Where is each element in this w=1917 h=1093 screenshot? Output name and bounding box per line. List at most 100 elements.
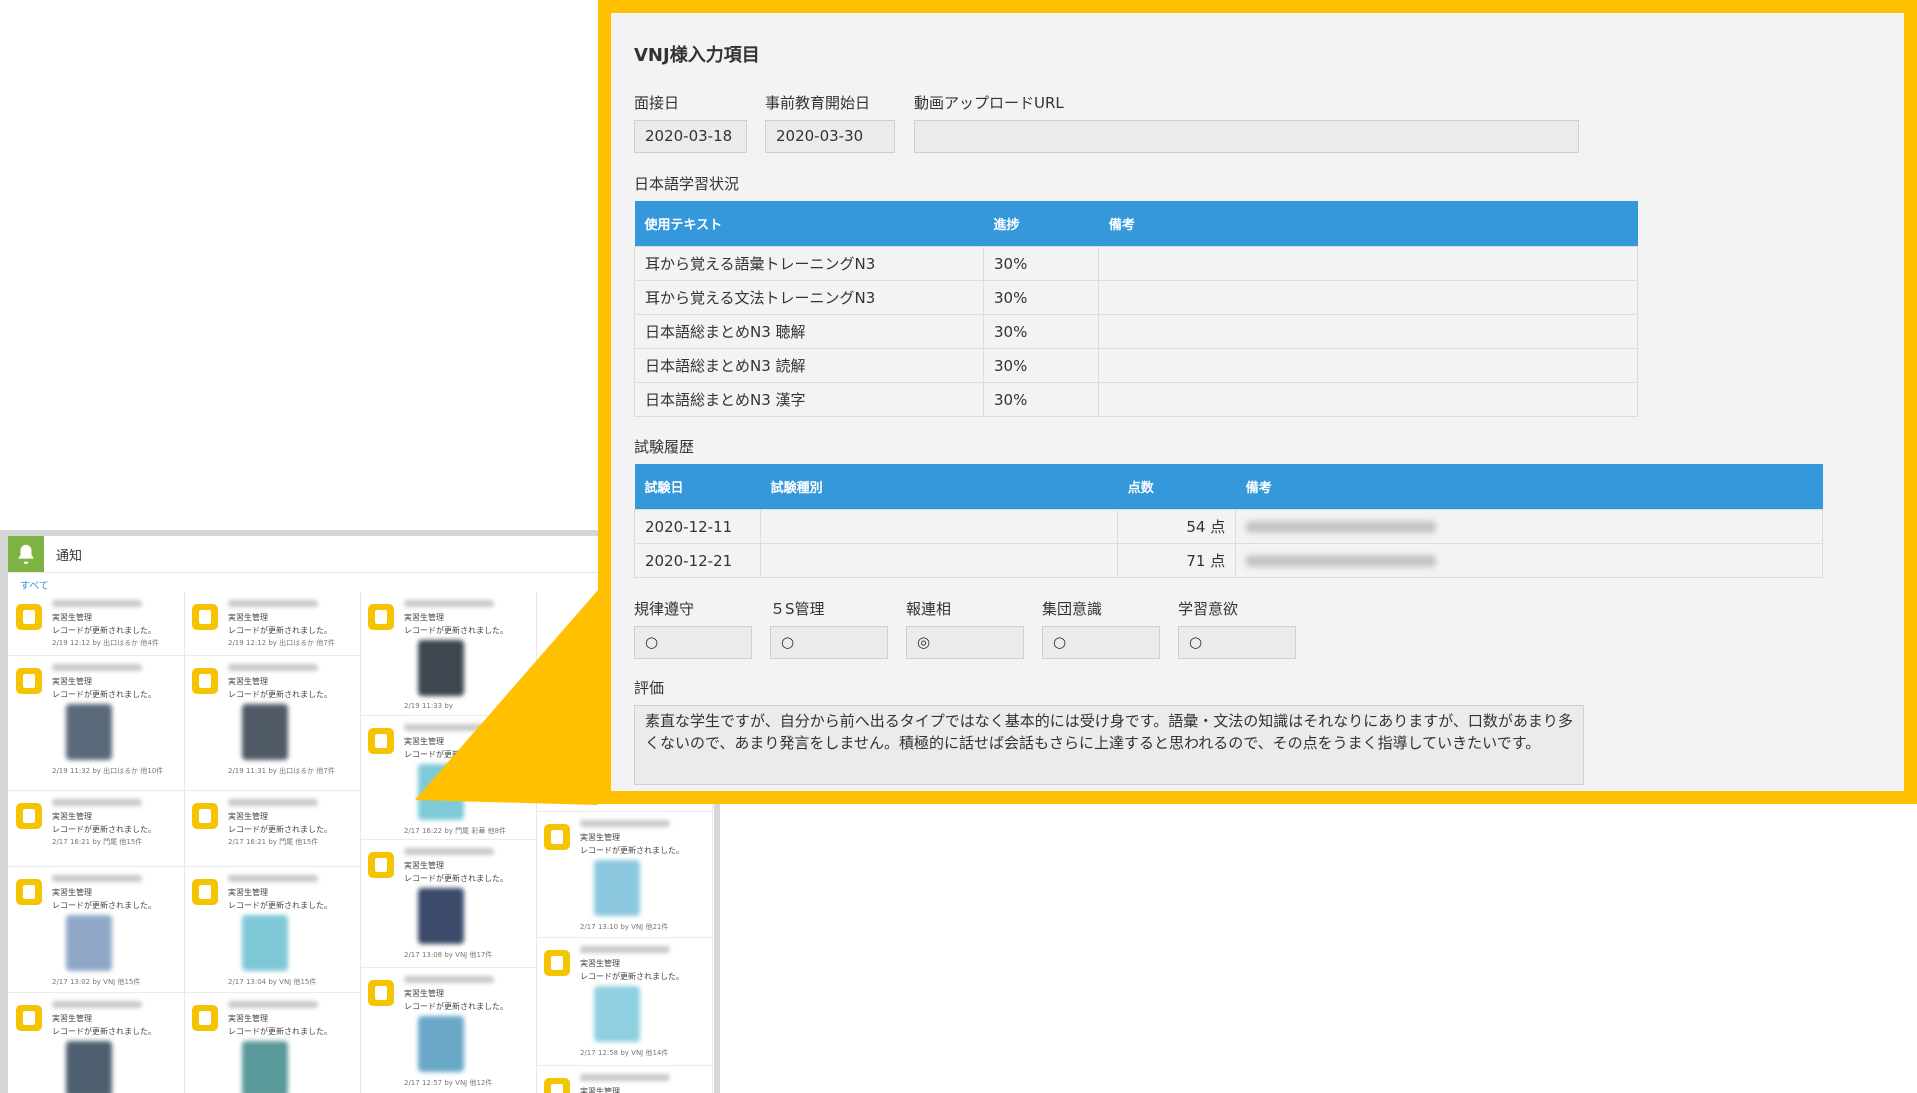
bell-icon[interactable] bbox=[8, 536, 44, 572]
notification-meta: 2/19 11:32 by 出口はるか 他10件 bbox=[52, 767, 164, 775]
profile-photo bbox=[418, 764, 464, 820]
redacted-record-title bbox=[404, 600, 494, 607]
notification-card[interactable]: 実習生管理 レコードが更新されました。 2/17 13:08 by VNJ 他17件 bbox=[360, 840, 536, 968]
notification-card[interactable]: 実習生管理 レコードが更新されました。 2/17 12:58 by VNJ 他14件 bbox=[536, 938, 712, 1066]
study-cell bbox=[1098, 246, 1638, 281]
rating-field[interactable]: ○ bbox=[634, 626, 752, 659]
rating-field[interactable]: ○ bbox=[1178, 626, 1296, 659]
exam-row: 2020-12-21 71 点 bbox=[633, 543, 1823, 578]
notification-app-name: 実習生管理 bbox=[228, 812, 268, 821]
study-col-header: 使用テキスト bbox=[634, 201, 984, 247]
rating-field[interactable]: ○ bbox=[770, 626, 888, 659]
notification-card[interactable]: 実習生管理 レコードが更新されました。 2/17 16:22 by 門尾 彩華 他8… bbox=[360, 716, 536, 840]
exam-row: 2020-12-11 54 点 bbox=[633, 509, 1823, 544]
panel-title: VNJ様入力項目 bbox=[634, 45, 760, 66]
record-app-icon bbox=[16, 604, 42, 630]
record-app-icon bbox=[368, 728, 394, 754]
profile-photo bbox=[418, 888, 464, 944]
redacted-record-title bbox=[580, 820, 670, 827]
study-row: 日本語総まとめN3 聴解 30% bbox=[633, 314, 1638, 349]
rating-field[interactable]: ○ bbox=[1042, 626, 1160, 659]
exam-col-header: 試験日 bbox=[634, 464, 761, 510]
record-app-icon bbox=[368, 852, 394, 878]
record-app-icon bbox=[16, 803, 42, 829]
rating-label: 規律遵守 bbox=[634, 600, 695, 618]
notification-card[interactable]: 実習生管理レコードが更新されました。 2/19 12:12 by 出口はるか 他4… bbox=[8, 592, 184, 656]
notification-app-name: 実習生管理 bbox=[404, 989, 444, 998]
redacted-record-title bbox=[404, 976, 494, 983]
record-app-icon bbox=[16, 1005, 42, 1031]
exam-cell: 54 点 bbox=[1117, 509, 1237, 544]
notification-message: レコードが更新されました。 bbox=[228, 1027, 332, 1036]
notification-meta: 2/19 12:12 by 出口はるか 他4件 bbox=[52, 639, 159, 647]
notification-card[interactable]: 実習生管理レコードが更新されました。 bbox=[8, 993, 184, 1093]
redacted-record-title bbox=[580, 946, 670, 953]
notification-card[interactable]: 実習生管理 レコードが更新されました。 2/17 16:21 by 門尾 他15件 bbox=[184, 791, 360, 867]
notification-card[interactable]: 実習生管理 レコードが更新されました。 2/19 11:32 by 出口はるか 他1… bbox=[8, 656, 184, 791]
notification-meta: 2/17 13:02 by VNJ 他15件 bbox=[52, 978, 141, 986]
notification-card[interactable]: 実習生管理レコードが更新されました。 bbox=[184, 993, 360, 1093]
study-cell: 30% bbox=[983, 246, 1100, 281]
exam-cell: 2020-12-11 bbox=[633, 509, 762, 544]
study-row: 耳から覚える語彙トレーニングN3 30% bbox=[633, 246, 1638, 281]
notification-meta: 2/17 13:08 by VNJ 他17件 bbox=[404, 951, 493, 959]
record-app-icon bbox=[544, 824, 570, 850]
notification-message: レコードが更新されました。 bbox=[404, 626, 508, 635]
notification-card[interactable]: 実習生管理レコードが更新されました。 2/17 13:02 by VNJ 他15件 bbox=[8, 867, 184, 993]
redacted-record-title bbox=[580, 1074, 670, 1081]
redacted-record-title bbox=[52, 875, 142, 882]
exam-history-table: 試験日 試験種別 点数 備考 2020-12-11 54 点 2020-12-21 71 点 bbox=[633, 464, 1823, 578]
notification-card[interactable]: 実習生管理 レコードが更新されました。 2/19 11:31 by 出口はるか 他7… bbox=[184, 656, 360, 791]
notification-app-name: 実習生管理 bbox=[52, 812, 92, 821]
notification-meta: 2/17 13:04 by VNJ 他15件 bbox=[228, 978, 317, 986]
profile-photo bbox=[594, 860, 640, 916]
notification-card[interactable]: 実習生管理 レコードが更新されました。 2/17 12:57 by VNJ 他12件 bbox=[360, 968, 536, 1093]
notification-message: レコードが更新されました。 bbox=[52, 626, 156, 635]
notification-card[interactable]: 実習生管理 レコードが更新されました。 2/19 11:33 by bbox=[360, 592, 536, 716]
profile-photo bbox=[66, 915, 112, 971]
record-app-icon bbox=[16, 879, 42, 905]
notification-message: レコードが更新されました。 bbox=[404, 750, 508, 759]
study-cell bbox=[1098, 348, 1638, 383]
video-url-field[interactable] bbox=[914, 120, 1579, 153]
exam-cell bbox=[1235, 509, 1823, 544]
notification-card[interactable]: 実習生管理 レコードが更新されました。 2/17 13:10 by VNJ 他21件 bbox=[536, 812, 712, 938]
study-cell bbox=[1098, 280, 1638, 315]
notification-app-name: 実習生管理 bbox=[228, 1014, 268, 1023]
notification-message: レコードが更新されました。 bbox=[404, 874, 508, 883]
vnj-input-panel: VNJ様入力項目 面接日 2020-03-18 事前教育開始日 2020-03-… bbox=[598, 0, 1917, 804]
redacted-record-title bbox=[228, 664, 318, 671]
profile-photo bbox=[66, 704, 112, 760]
redacted-record-title bbox=[52, 1001, 142, 1008]
study-cell: 日本語総まとめN3 漢字 bbox=[633, 382, 985, 417]
interview-date-field[interactable]: 2020-03-18 bbox=[634, 120, 747, 153]
notification-meta: 2/17 12:57 by VNJ 他12件 bbox=[404, 1079, 493, 1087]
notification-app-name: 実習生管理 bbox=[580, 1087, 620, 1093]
redacted-record-title bbox=[228, 1001, 318, 1008]
notification-message: レコードが更新されました。 bbox=[52, 901, 156, 910]
notification-meta: 2/19 12:12 by 出口はるか 他7件 bbox=[228, 639, 335, 647]
study-cell: 日本語総まとめN3 聴解 bbox=[633, 314, 985, 349]
notification-card[interactable]: 実習生管理レコードが更新されました。 bbox=[536, 1066, 712, 1093]
rating-field[interactable]: ◎ bbox=[906, 626, 1024, 659]
notification-meta: 2/19 11:31 by 出口はるか 他7件 bbox=[228, 767, 335, 775]
notification-message: レコードが更新されました。 bbox=[52, 825, 156, 834]
evaluation-textarea[interactable]: 素直な学生ですが、自分から前へ出るタイプではなく基本的には受け身です。語彙・文法… bbox=[634, 705, 1584, 785]
notification-app-name: 実習生管理 bbox=[52, 888, 92, 897]
pre-education-date-field[interactable]: 2020-03-30 bbox=[765, 120, 895, 153]
record-app-icon bbox=[544, 1078, 570, 1093]
study-cell: 30% bbox=[983, 382, 1100, 417]
profile-photo bbox=[594, 986, 640, 1042]
notification-app-name: 実習生管理 bbox=[52, 613, 92, 622]
redacted-record-title bbox=[52, 664, 142, 671]
notification-meta: 2/17 13:10 by VNJ 他21件 bbox=[580, 923, 669, 931]
notification-card[interactable]: 実習生管理 レコードが更新されました。 2/19 12:12 by 出口はるか 他7… bbox=[184, 592, 360, 656]
notification-card[interactable]: 実習生管理 レコードが更新されました。 2/17 13:04 by VNJ 他15件 bbox=[184, 867, 360, 993]
exam-col-header: 点数 bbox=[1117, 464, 1236, 510]
profile-photo bbox=[242, 704, 288, 760]
notification-app-name: 実習生管理 bbox=[580, 833, 620, 842]
exam-cell bbox=[760, 509, 1119, 544]
notification-card[interactable]: 実習生管理 レコードが更新されました。 2/17 16:21 by 門尾 他15件 bbox=[8, 791, 184, 867]
record-app-icon bbox=[192, 604, 218, 630]
study-cell: 耳から覚える語彙トレーニングN3 bbox=[633, 246, 985, 281]
